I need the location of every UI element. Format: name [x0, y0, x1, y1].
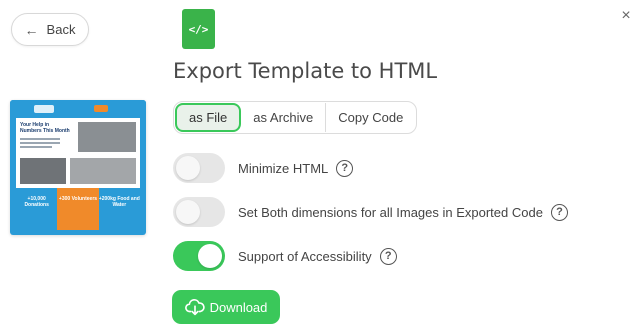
toggle-knob	[176, 200, 200, 224]
tab-copy-code[interactable]: Copy Code	[325, 103, 415, 132]
close-icon[interactable]: ×	[617, 7, 635, 25]
preview-header-band	[10, 100, 146, 118]
help-icon[interactable]: ?	[379, 247, 397, 265]
preview-content-card: Your Help in Numbers This Month	[16, 118, 140, 188]
preview-stat: +200kg Food and Water	[98, 188, 140, 230]
back-button[interactable]: ← Back	[11, 13, 89, 46]
template-preview-thumbnail: Your Help in Numbers This Month +10,000 …	[10, 100, 146, 235]
export-mode-selector: as File as Archive Copy Code	[173, 101, 418, 134]
minimize-html-toggle[interactable]	[173, 153, 225, 183]
preview-stat: +10,000 Donations	[16, 188, 58, 230]
tab-as-file[interactable]: as File	[175, 103, 242, 132]
option-label: Minimize HTML	[238, 160, 329, 176]
option-image-dimensions: Set Both dimensions for all Images in Ex…	[173, 197, 568, 227]
preview-donate-pill	[94, 105, 108, 112]
preview-stat: +300 Volunteers	[57, 188, 99, 230]
page-title: Export Template to HTML	[173, 59, 438, 83]
back-button-label: Back	[46, 22, 76, 37]
arrow-left-icon: ←	[24, 21, 39, 38]
option-label: Set Both dimensions for all Images in Ex…	[238, 204, 543, 220]
option-accessibility: Support of Accessibility ?	[173, 241, 397, 271]
download-button[interactable]: Download	[172, 290, 280, 324]
preview-stats-row: +10,000 Donations +300 Volunteers +200kg…	[16, 188, 140, 230]
tab-as-archive[interactable]: as Archive	[241, 103, 325, 132]
image-dimensions-toggle[interactable]	[173, 197, 225, 227]
preview-headline: Your Help in Numbers This Month	[20, 122, 70, 134]
preview-text-line	[20, 142, 60, 144]
toggle-knob	[198, 244, 222, 268]
toggle-knob	[176, 156, 200, 180]
download-button-label: Download	[209, 299, 268, 315]
cloud-download-icon	[184, 299, 205, 316]
preview-logo	[34, 105, 54, 113]
option-label: Support of Accessibility	[238, 248, 372, 264]
help-icon[interactable]: ?	[336, 159, 354, 177]
preview-text-line	[20, 146, 52, 148]
help-icon[interactable]: ?	[550, 203, 568, 221]
preview-photo	[70, 158, 136, 184]
preview-photo	[20, 158, 66, 184]
option-minimize-html: Minimize HTML ?	[173, 153, 354, 183]
accessibility-toggle[interactable]	[173, 241, 225, 271]
code-file-icon: </>	[182, 9, 215, 49]
preview-text-line	[20, 138, 60, 140]
preview-photo	[78, 122, 136, 152]
